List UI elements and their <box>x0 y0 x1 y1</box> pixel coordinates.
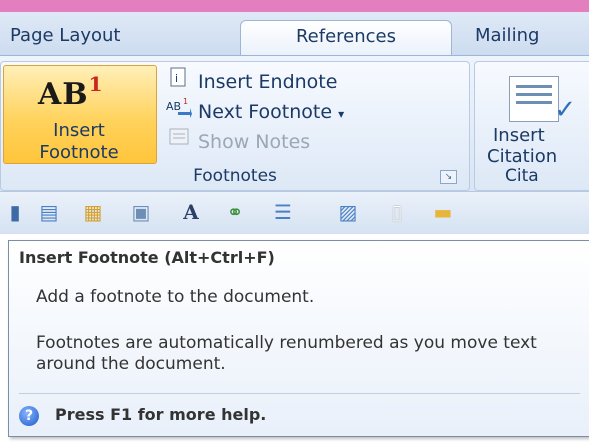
insert-footnote-button[interactable]: AB1 Insert Footnote <box>3 65 157 164</box>
page-icon[interactable]: ▦ <box>80 200 106 224</box>
insert-citation-label-line1: Insert <box>493 125 545 146</box>
svg-text:1: 1 <box>183 97 188 106</box>
svg-text:i: i <box>175 72 178 85</box>
insert-footnote-label-line1: Insert <box>53 120 105 141</box>
citations-group-label: Cita <box>505 166 539 186</box>
document-list-icon[interactable]: ▤ <box>36 200 62 224</box>
tooltip-title: Insert Footnote (Alt+Ctrl+F) <box>19 248 275 267</box>
next-footnote-icon: AB 1 <box>166 96 192 127</box>
insert-citation-label-line2: Citation <box>487 146 558 167</box>
svg-text:AB: AB <box>166 100 181 113</box>
text-style-icon[interactable]: A <box>178 200 204 224</box>
hyperlink-icon[interactable]: ⚭ <box>222 200 248 224</box>
insert-object-icon[interactable]: ▣ <box>128 200 154 224</box>
new-document-icon[interactable]: ▯ <box>384 200 410 224</box>
tooltip-divider <box>19 393 580 394</box>
insert-footnote-label-line2: Footnote <box>39 142 119 163</box>
ribbon-tab-bar: Page Layout References Mailing <box>0 12 589 57</box>
tab-mailings[interactable]: Mailing <box>475 20 539 55</box>
quick-access-toolbar: ▮ ▤ ▦ ▣ A ⚭ ☰ ▨ ▯ ▬ <box>0 191 589 234</box>
next-footnote-dropdown-icon[interactable]: ▾ <box>338 107 344 121</box>
dialog-launcher-icon[interactable]: ↘ <box>440 170 457 184</box>
picture-icon[interactable]: ▨ <box>335 200 361 224</box>
insert-footnote-icon: AB1 <box>38 72 104 112</box>
insert-footnote-tooltip: Insert Footnote (Alt+Ctrl+F) Add a footn… <box>8 240 589 437</box>
citations-group: ✓ Insert Citation Cita <box>474 61 589 191</box>
title-bar-strip <box>0 0 589 12</box>
footnotes-group-label: Footnotes <box>193 166 277 186</box>
show-notes-button[interactable]: Show Notes <box>166 126 310 154</box>
insert-citation-icon[interactable]: ✓ <box>509 76 576 125</box>
help-icon: ? <box>19 405 39 426</box>
tooltip-details: Footnotes are automatically renumbered a… <box>36 333 537 374</box>
next-footnote-button[interactable]: AB 1 Next Footnote ▾ <box>166 96 344 124</box>
show-notes-icon <box>166 126 192 157</box>
tooltip-help: ? Press F1 for more help. <box>19 405 266 426</box>
open-folder-icon[interactable]: ▬ <box>430 200 456 224</box>
list-format-icon[interactable]: ☰ <box>270 200 296 224</box>
insert-endnote-icon: i <box>166 66 192 97</box>
insert-endnote-button[interactable]: i Insert Endnote <box>166 66 337 94</box>
footnotes-group: AB1 Insert Footnote i Insert Endnote AB 1… <box>0 61 470 191</box>
tab-page-layout[interactable]: Page Layout <box>10 20 121 55</box>
tab-references[interactable]: References <box>240 20 452 57</box>
ribbon-panel: AB1 Insert Footnote i Insert Endnote AB 1… <box>0 55 589 191</box>
tooltip-description: Add a footnote to the document. <box>36 287 315 307</box>
toolbar-edge-icon[interactable]: ▮ <box>2 200 28 224</box>
